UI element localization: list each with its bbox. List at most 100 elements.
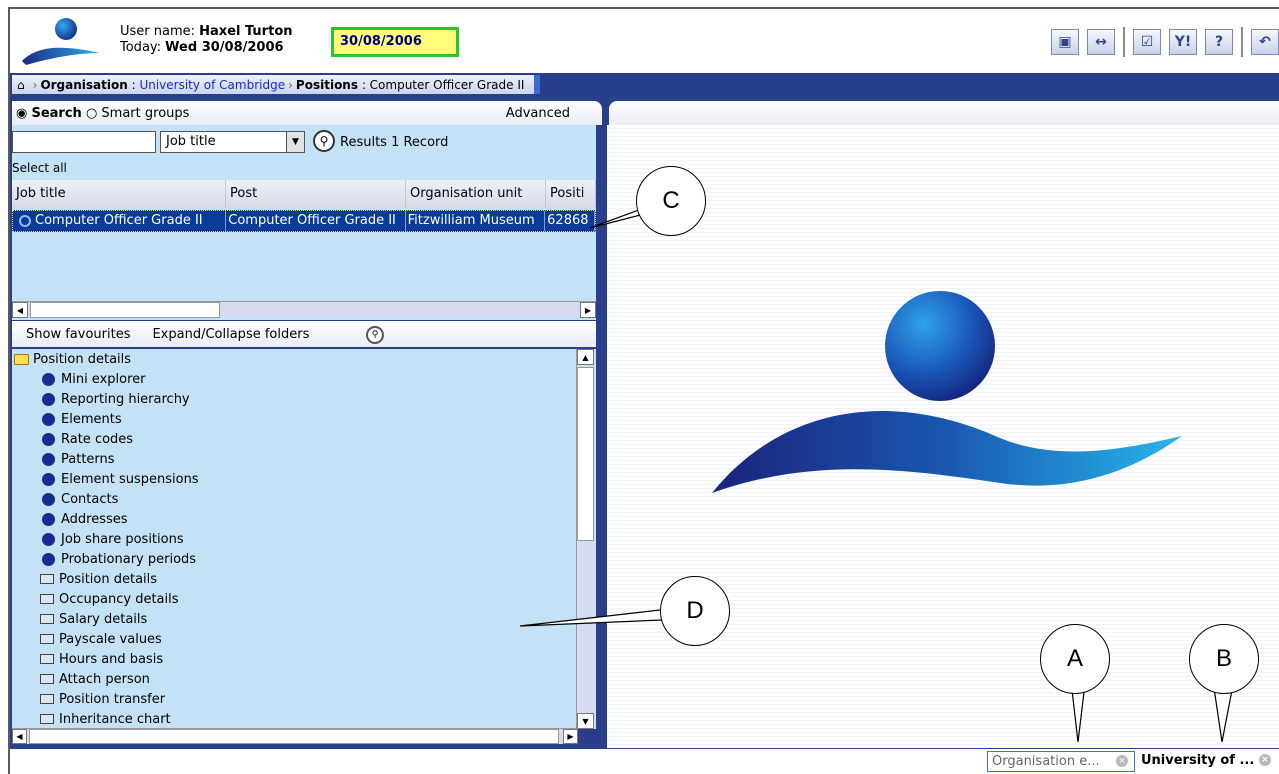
callout-a: A bbox=[1040, 624, 1110, 694]
table-cell: Computer Officer Grade II bbox=[226, 211, 406, 231]
tree-item[interactable]: Position transfer bbox=[12, 689, 596, 709]
favourites-bar: Show favourites Expand/Collapse folders bbox=[12, 321, 596, 347]
scrollbar-thumb[interactable] bbox=[30, 302, 220, 318]
header: User name: Haxel Turton Today: Wed 30/08… bbox=[10, 9, 1279, 73]
search-icon[interactable]: ⚲ bbox=[366, 326, 384, 344]
form-icon bbox=[40, 594, 54, 604]
scrollbar-thumb[interactable] bbox=[29, 729, 559, 744]
tree-item[interactable]: Elements bbox=[12, 409, 596, 429]
bullet-icon bbox=[42, 432, 55, 446]
scroll-up-icon[interactable]: ▲ bbox=[577, 349, 594, 365]
tree-item[interactable]: Job share positions bbox=[12, 529, 596, 549]
record-icon bbox=[19, 214, 31, 227]
column-header-post[interactable]: Post bbox=[226, 180, 406, 208]
scrollbar-thumb[interactable] bbox=[577, 367, 594, 541]
tools-icon[interactable]: Y! bbox=[1169, 29, 1197, 55]
tree-item[interactable]: Reporting hierarchy bbox=[12, 389, 596, 409]
resize-icon[interactable]: ↔ bbox=[1087, 29, 1115, 55]
tree-item-label: Position transfer bbox=[59, 691, 166, 707]
checklist-icon[interactable]: ☑ bbox=[1133, 29, 1161, 55]
scroll-right-icon[interactable]: ▶ bbox=[580, 302, 596, 318]
today-date: Wed 30/08/2006 bbox=[165, 40, 284, 55]
search-radio[interactable]: ◉ bbox=[16, 106, 31, 121]
column-header-position[interactable]: Positi bbox=[546, 180, 596, 208]
tree-item[interactable]: Probationary periods bbox=[12, 549, 596, 569]
scroll-left-icon[interactable]: ◀ bbox=[12, 729, 27, 744]
tree-folder[interactable]: Position details bbox=[12, 349, 596, 369]
window-icon[interactable]: ▣ bbox=[1051, 29, 1079, 55]
exit-icon[interactable]: ↶ bbox=[1251, 29, 1279, 55]
table-row[interactable]: Computer Officer Grade II Computer Offic… bbox=[12, 210, 596, 232]
chevron-right-icon: › bbox=[32, 77, 38, 92]
bottom-tab-university[interactable]: University of ... × bbox=[1135, 751, 1271, 772]
tree-item[interactable]: Rate codes bbox=[12, 429, 596, 449]
tree-vertical-scrollbar[interactable]: ▲ ▼ bbox=[576, 349, 594, 729]
show-favourites-link[interactable]: Show favourites bbox=[26, 327, 130, 342]
tree-item[interactable]: Element suspensions bbox=[12, 469, 596, 489]
grid-horizontal-scrollbar[interactable]: ◀ ▶ bbox=[12, 301, 596, 318]
tree-item-label: Reporting hierarchy bbox=[61, 391, 190, 407]
bullet-icon bbox=[42, 412, 55, 426]
form-icon bbox=[40, 654, 54, 664]
tree-item[interactable]: Contacts bbox=[12, 489, 596, 509]
company-logo bbox=[22, 18, 100, 65]
expand-collapse-link[interactable]: Expand/Collapse folders bbox=[152, 327, 309, 342]
tree-item[interactable]: Attach person bbox=[12, 669, 596, 689]
search-icon[interactable]: ⚲ bbox=[313, 130, 335, 152]
home-icon[interactable]: ⌂ bbox=[12, 78, 30, 92]
user-info: User name: Haxel Turton Today: Wed 30/08… bbox=[120, 24, 293, 56]
tree-item[interactable]: Payscale values bbox=[12, 629, 596, 649]
tree-item-label: Rate codes bbox=[61, 431, 134, 447]
chevron-right-icon: › bbox=[288, 77, 293, 92]
table-cell: Fitzwilliam Museum bbox=[406, 211, 546, 231]
breadcrumb-org-label: Organisation bbox=[40, 77, 128, 92]
today-label: Today: bbox=[120, 40, 162, 55]
date-field[interactable]: 30/08/2006 bbox=[331, 27, 459, 57]
tree-item[interactable]: Salary details bbox=[12, 609, 596, 629]
scroll-left-icon[interactable]: ◀ bbox=[12, 302, 28, 318]
breadcrumb-colon: : bbox=[358, 77, 370, 92]
select-all-link[interactable]: Select all bbox=[12, 161, 67, 175]
tree-item[interactable]: Patterns bbox=[12, 449, 596, 469]
scroll-right-icon[interactable]: ▶ bbox=[563, 729, 578, 744]
bullet-icon bbox=[42, 372, 55, 386]
smart-groups-radio[interactable]: ○ bbox=[82, 106, 102, 121]
column-header-org-unit[interactable]: Organisation unit bbox=[406, 180, 546, 208]
form-icon bbox=[40, 694, 54, 704]
smart-groups-tab[interactable]: Smart groups bbox=[101, 106, 189, 121]
bullet-icon bbox=[42, 452, 55, 466]
breadcrumb-colon: : bbox=[127, 77, 140, 92]
tree-item[interactable]: Hours and basis bbox=[12, 649, 596, 669]
tree-horizontal-scrollbar[interactable]: ◀ ▶ bbox=[12, 728, 578, 744]
bottom-tab-organisation[interactable]: Organisation e... × bbox=[987, 751, 1135, 772]
search-input[interactable] bbox=[12, 131, 156, 153]
company-logo-large bbox=[712, 291, 1182, 493]
help-icon[interactable]: ? bbox=[1205, 29, 1233, 55]
close-icon[interactable]: × bbox=[1116, 755, 1128, 767]
grid-header: Job title Post Organisation unit Positi bbox=[12, 180, 596, 208]
tree-item[interactable]: Inheritance chart bbox=[12, 709, 596, 729]
tree-item[interactable]: Mini explorer bbox=[12, 369, 596, 389]
toolbar: ▣ ↔ ☑ Y! ? ↶ bbox=[1051, 27, 1279, 57]
bullet-icon bbox=[42, 492, 55, 506]
tree-item[interactable]: Occupancy details bbox=[12, 589, 596, 609]
toolbar-divider bbox=[1241, 27, 1243, 57]
field-select-value: Job title bbox=[166, 134, 216, 149]
folder-icon bbox=[14, 353, 29, 365]
table-cell: 62868 bbox=[545, 211, 595, 231]
tree-item[interactable]: Position details bbox=[12, 569, 596, 589]
close-icon[interactable]: × bbox=[1259, 754, 1271, 766]
advanced-link[interactable]: Advanced bbox=[506, 106, 570, 121]
search-tab[interactable]: Search bbox=[31, 106, 81, 121]
breadcrumb-positions-label: Positions bbox=[295, 77, 358, 92]
form-icon bbox=[40, 714, 54, 724]
tree-item-label: Inheritance chart bbox=[59, 711, 171, 727]
bullet-icon bbox=[42, 552, 55, 566]
field-select[interactable]: Job title ▼ bbox=[160, 131, 305, 153]
chevron-down-icon[interactable]: ▼ bbox=[286, 132, 304, 152]
breadcrumb-org-link[interactable]: University of Cambridge bbox=[139, 78, 285, 92]
scroll-down-icon[interactable]: ▼ bbox=[577, 713, 594, 729]
form-icon bbox=[40, 674, 54, 684]
tree-item[interactable]: Addresses bbox=[12, 509, 596, 529]
column-header-job-title[interactable]: Job title bbox=[12, 180, 226, 208]
